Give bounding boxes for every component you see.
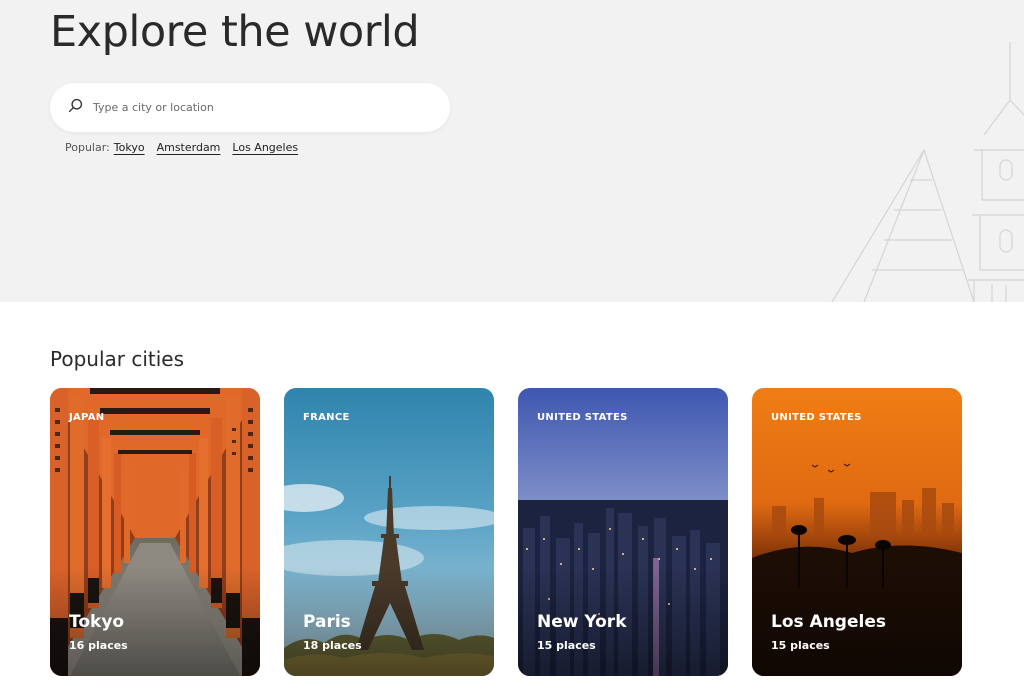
hero-section: Explore the world Popular: Tokyo Amsterd… <box>0 0 1024 302</box>
popular-label: Popular: <box>65 141 110 154</box>
page-title: Explore the world <box>50 7 420 57</box>
card-city-name: Tokyo <box>69 612 125 632</box>
city-card-tokyo[interactable]: JAPAN Tokyo 16 places <box>50 388 260 676</box>
section-title-popular-cities: Popular cities <box>50 347 185 371</box>
search-input[interactable] <box>93 101 413 114</box>
search-bar[interactable] <box>50 83 450 132</box>
card-city-name: New York <box>537 612 627 632</box>
card-country: JAPAN <box>69 412 105 423</box>
card-country: UNITED STATES <box>537 412 628 423</box>
card-city-name: Los Angeles <box>771 612 886 632</box>
city-card-paris[interactable]: FRANCE Paris 18 places <box>284 388 494 676</box>
card-country: FRANCE <box>303 412 350 423</box>
card-country: UNITED STATES <box>771 412 862 423</box>
card-places-count: 15 places <box>771 639 830 652</box>
card-places-count: 15 places <box>537 639 596 652</box>
card-places-count: 18 places <box>303 639 362 652</box>
popular-tag-tokyo[interactable]: Tokyo <box>114 141 145 154</box>
card-places-count: 16 places <box>69 639 128 652</box>
card-city-name: Paris <box>303 612 351 632</box>
popular-searches: Popular: Tokyo Amsterdam Los Angeles <box>65 141 306 154</box>
search-icon <box>67 97 84 118</box>
city-card-los-angeles[interactable]: UNITED STATES Los Angeles 15 places <box>752 388 962 676</box>
popular-tag-los-angeles[interactable]: Los Angeles <box>232 141 298 154</box>
landmark-line-illustration <box>831 42 1024 302</box>
city-card-new-york[interactable]: UNITED STATES New York 15 places <box>518 388 728 676</box>
popular-tag-amsterdam[interactable]: Amsterdam <box>157 141 221 154</box>
